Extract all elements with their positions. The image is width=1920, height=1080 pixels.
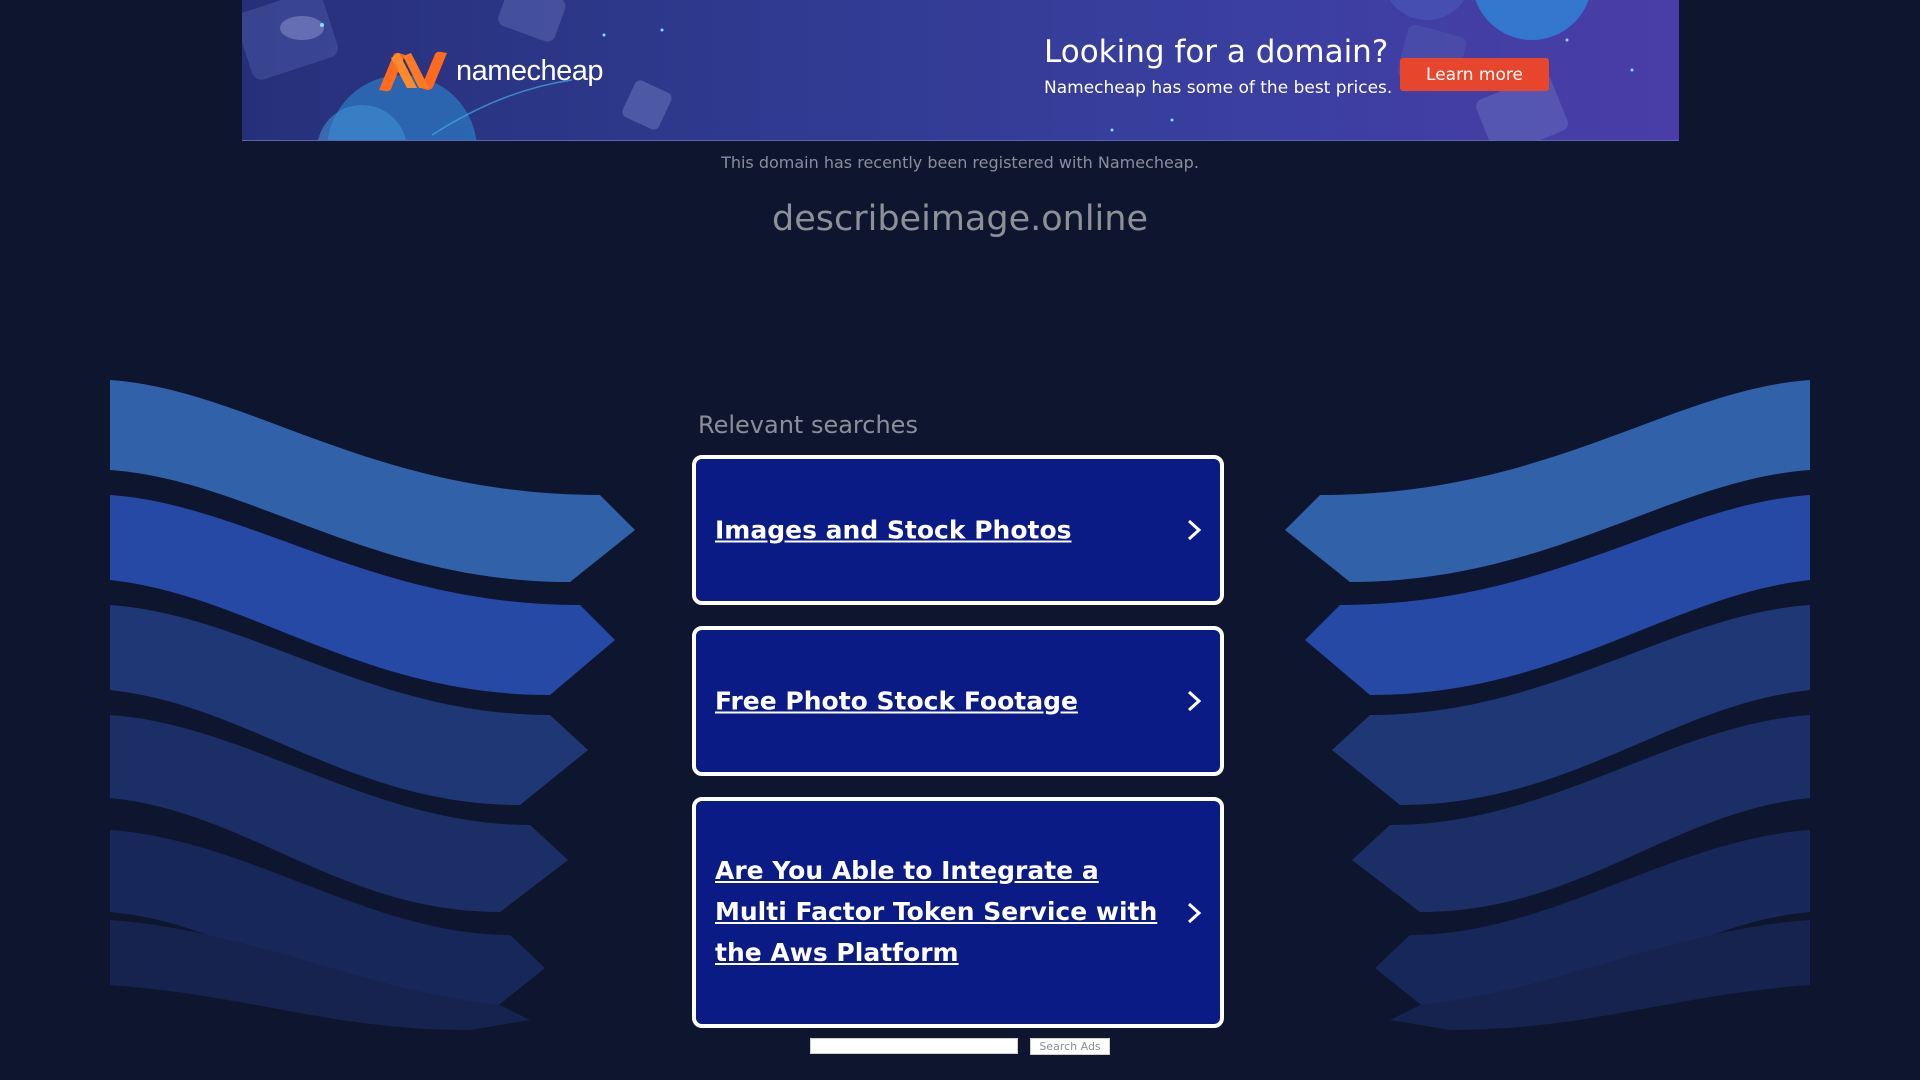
relevant-searches-heading: Relevant searches: [698, 411, 918, 439]
namecheap-banner-ad[interactable]: namecheap Looking for a domain? Namechea…: [242, 0, 1679, 141]
search-link-label[interactable]: Are You Able to Integrate a Multi Factor…: [715, 850, 1170, 973]
search-ads-button[interactable]: Search Ads: [1030, 1038, 1110, 1055]
domain-title: describeimage.online: [772, 199, 1148, 239]
left-wing-decoration: [110, 380, 635, 1030]
chevron-right-icon: [1187, 902, 1202, 923]
search-link-label[interactable]: Free Photo Stock Footage: [715, 681, 1170, 722]
ad-headline: Looking for a domain?: [1044, 34, 1389, 70]
right-wing-decoration: [1285, 380, 1810, 1030]
search-link-multi-factor-token-aws[interactable]: Are You Able to Integrate a Multi Factor…: [692, 797, 1224, 1028]
namecheap-logo-icon: [379, 51, 447, 92]
search-link-label[interactable]: Images and Stock Photos: [715, 510, 1170, 551]
search-ads-input[interactable]: [810, 1038, 1018, 1054]
ad-subtext: Namecheap has some of the best prices.: [1044, 78, 1393, 98]
namecheap-wordmark: namecheap: [456, 55, 604, 87]
learn-more-button[interactable]: Learn more: [1400, 58, 1549, 91]
chevron-right-icon: [1187, 519, 1202, 541]
chevron-right-icon: [1187, 690, 1202, 712]
search-link-images-stock-photos[interactable]: Images and Stock Photos: [692, 455, 1224, 605]
search-link-free-photo-stock-footage[interactable]: Free Photo Stock Footage: [692, 626, 1224, 776]
registration-notice: This domain has recently been registered…: [721, 153, 1199, 172]
